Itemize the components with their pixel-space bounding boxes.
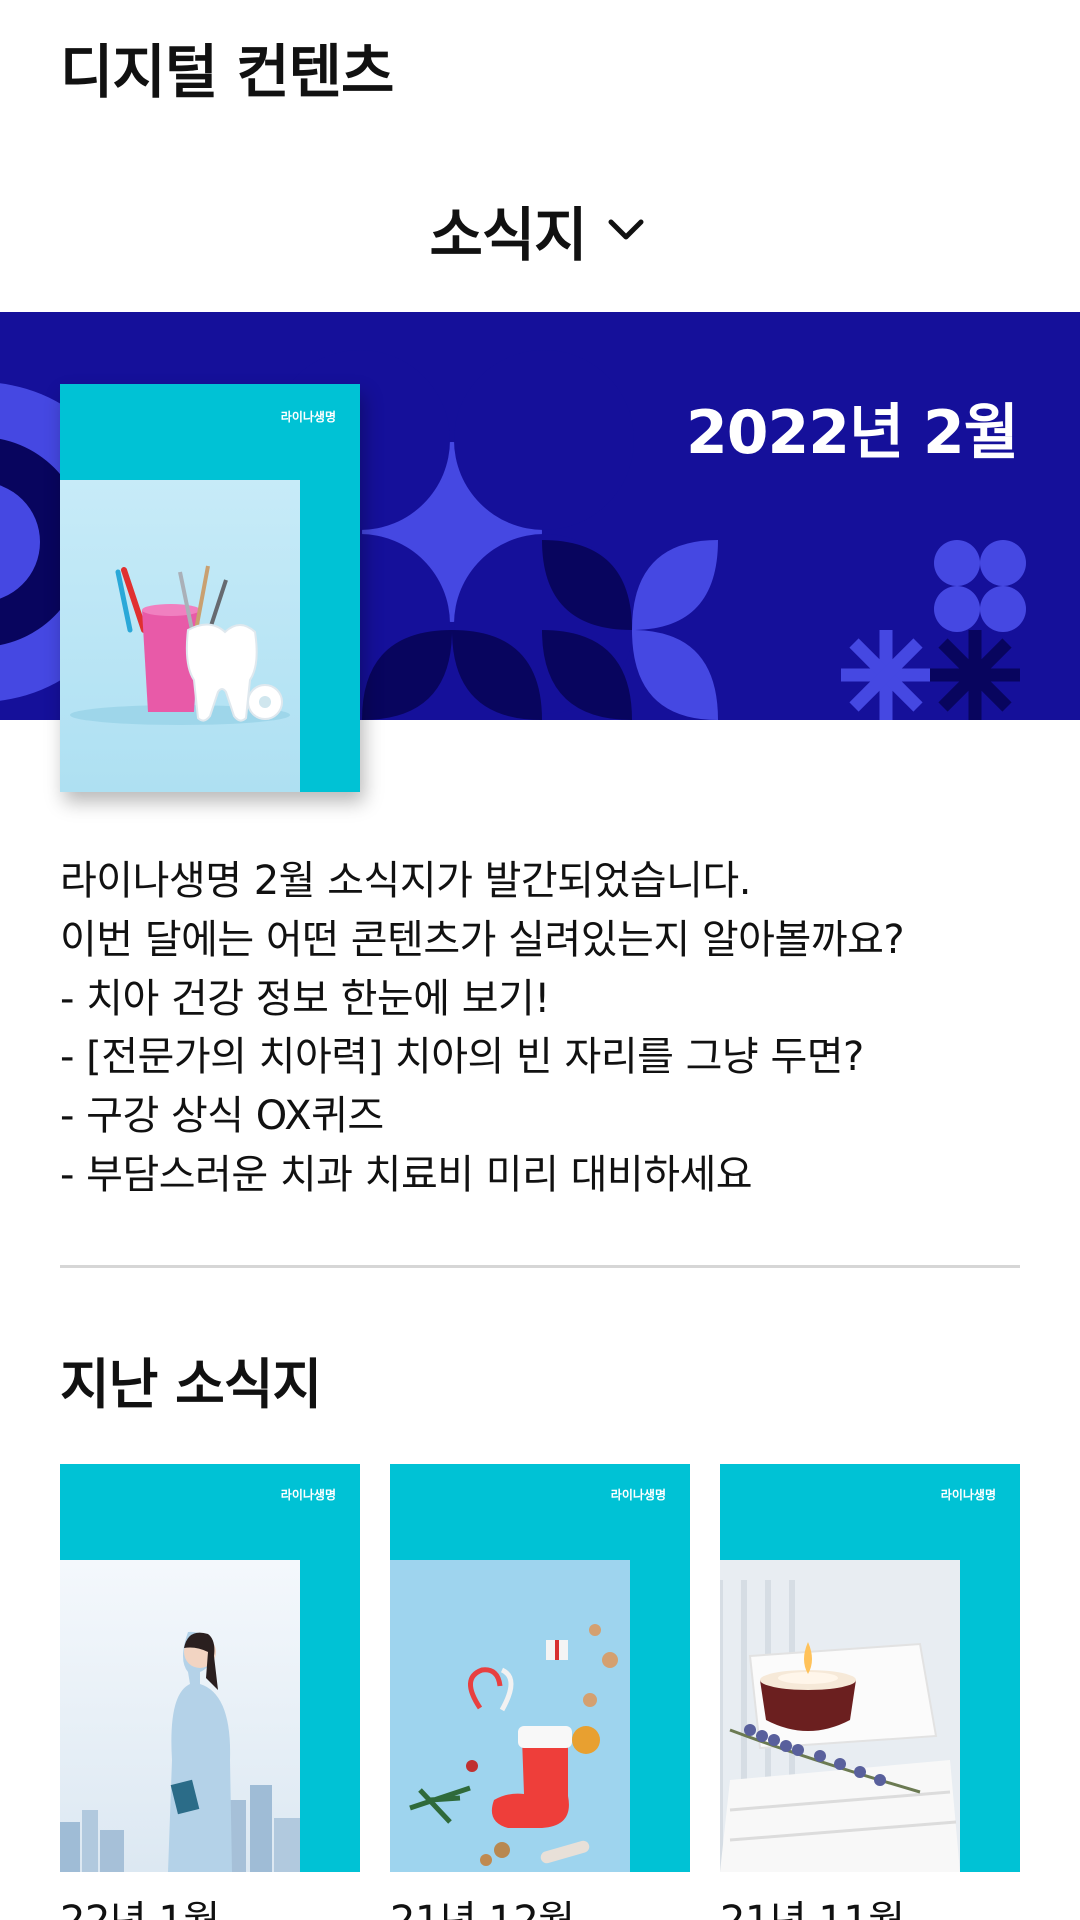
cover-brand-label: 라이나생명 [280,1488,336,1502]
category-dropdown[interactable]: 소식지 [0,190,1080,270]
cover-brand-label: 라이나생명 [280,410,336,424]
category-label: 소식지 [429,201,587,269]
cover-brand-label: 라이나생명 [610,1488,666,1502]
description-line: 이번 달에는 어떤 콘텐츠가 실려있는지 알아볼까요? [60,916,905,963]
current-issue-cover[interactable]: 라이나생명 [60,384,360,792]
section-divider [60,1265,1020,1268]
past-issue-label: 21년 11월 [720,1888,905,1920]
issue-description: 라이나생명 2월 소식지가 발간되었습니다. 이번 달에는 어떤 콘텐츠가 실려… [60,852,1020,1205]
description-line: - [전문가의 치아력] 치아의 빈 자리를 그냥 두면? [60,1034,864,1081]
issue-date: 2022년 2월 [685,398,1019,468]
cover-brand-label: 라이나생명 [940,1488,996,1502]
page: 디지털 컨텐츠 소식지 2022년 2월 라이나생명 라이나생명 2월 소식지가… [0,0,1080,1920]
cover-photo-dental [60,480,300,792]
chevron-down-icon [608,219,644,240]
past-issue-card[interactable]: 라이나생명 [390,1464,690,1920]
description-line: - 구강 상식 OX퀴즈 [60,1093,384,1140]
past-issues-title: 지난 소식지 [60,1353,322,1416]
past-issue-cover: 라이나생명 [390,1464,690,1872]
page-title: 디지털 컨텐츠 [60,38,394,106]
past-issue-label: 21년 12월 [390,1888,575,1920]
description-line: - 부담스러운 치과 치료비 미리 대비하세요 [60,1151,753,1198]
past-issue-cover: 라이나생명 [720,1464,1020,1872]
past-issue-card[interactable]: 라이나생명 [60,1464,360,1920]
past-issue-card[interactable]: 라이나생명 [720,1464,1020,1920]
cover-photo-woman [60,1560,300,1872]
past-issue-cover: 라이나생명 [60,1464,360,1872]
cover-photo-candle [720,1560,960,1872]
past-issue-label: 22년 1월 [60,1888,220,1920]
description-line: 라이나생명 2월 소식지가 발간되었습니다. [60,858,751,904]
description-line: - 치아 건강 정보 한눈에 보기! [60,975,550,1022]
cover-photo-christmas [390,1560,630,1872]
